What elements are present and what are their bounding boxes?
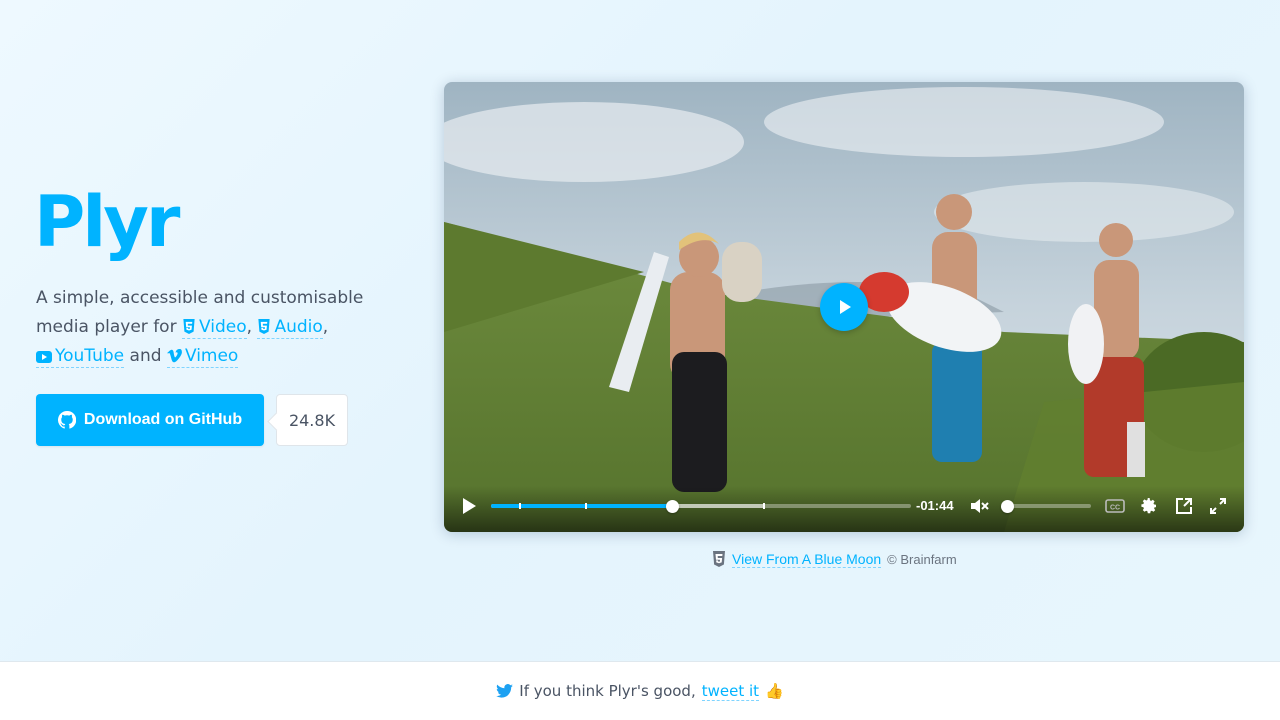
svg-text:CC: CC <box>1110 505 1120 512</box>
captions-icon: CC <box>1105 499 1125 513</box>
gear-icon <box>1141 498 1156 514</box>
pip-button[interactable] <box>1173 495 1195 517</box>
mute-button[interactable] <box>968 496 992 516</box>
play-button[interactable] <box>456 494 482 518</box>
download-github-label: Download on GitHub <box>83 411 243 428</box>
download-github-button[interactable]: Download on GitHub <box>36 394 264 446</box>
tagline-prefix: media player for <box>36 317 177 337</box>
vimeo-link[interactable]: Vimeo <box>166 345 239 368</box>
brand-title: Plyr <box>34 181 180 263</box>
html5-icon <box>258 319 271 334</box>
seek-bar[interactable] <box>491 504 911 508</box>
html5-icon <box>713 551 725 567</box>
video-link-label: Video <box>198 317 247 337</box>
video-credit: View From A Blue Moon © Brainfarm <box>712 549 957 569</box>
volume-thumb[interactable] <box>1001 500 1014 513</box>
audio-link-label: Audio <box>274 317 323 337</box>
tagline-line1: A simple, accessible and customisable <box>36 288 364 308</box>
big-play-button[interactable] <box>820 283 868 331</box>
twitter-icon <box>496 684 514 698</box>
github-star-count[interactable]: 24.8K <box>276 394 348 446</box>
tweet-link[interactable]: tweet it <box>701 682 760 701</box>
credit-text: © Brainfarm <box>887 551 957 567</box>
youtube-link-label: YouTube <box>55 346 125 366</box>
html5-icon <box>183 319 195 334</box>
footer-prefix: If you think Plyr's good, <box>519 682 696 700</box>
fullscreen-icon <box>1210 498 1226 514</box>
seek-marker <box>519 503 521 509</box>
time-remaining: -01:44 <box>916 498 954 513</box>
comma: , <box>246 317 253 337</box>
fullscreen-button[interactable] <box>1207 495 1229 517</box>
video-link[interactable]: Video <box>181 316 247 339</box>
and-text: and <box>129 346 162 366</box>
vimeo-link-label: Vimeo <box>184 346 239 366</box>
vimeo-icon <box>167 349 182 363</box>
captions-button[interactable]: CC <box>1104 496 1126 516</box>
seek-marker <box>585 503 587 509</box>
picture-in-picture-icon <box>1176 498 1192 514</box>
play-icon <box>463 498 476 514</box>
audio-link[interactable]: Audio <box>257 316 323 339</box>
video-source-link[interactable]: View From A Blue Moon <box>732 551 882 568</box>
youtube-link[interactable]: YouTube <box>36 345 125 368</box>
muted-volume-icon <box>971 499 989 513</box>
tagline: A simple, accessible and customisable me… <box>36 284 396 371</box>
volume-slider[interactable] <box>1007 504 1091 508</box>
comma: , <box>322 317 329 337</box>
seek-marker <box>763 503 765 509</box>
thumbs-up-icon: 👍 <box>765 682 784 700</box>
seek-thumb[interactable] <box>665 500 679 513</box>
hero-section: Plyr A simple, accessible and customisab… <box>0 0 1280 661</box>
github-icon <box>57 411 76 429</box>
settings-button[interactable] <box>1138 495 1160 517</box>
footer: If you think Plyr's good, tweet it 👍 <box>0 661 1280 720</box>
youtube-icon <box>36 351 52 363</box>
play-icon <box>840 300 851 314</box>
